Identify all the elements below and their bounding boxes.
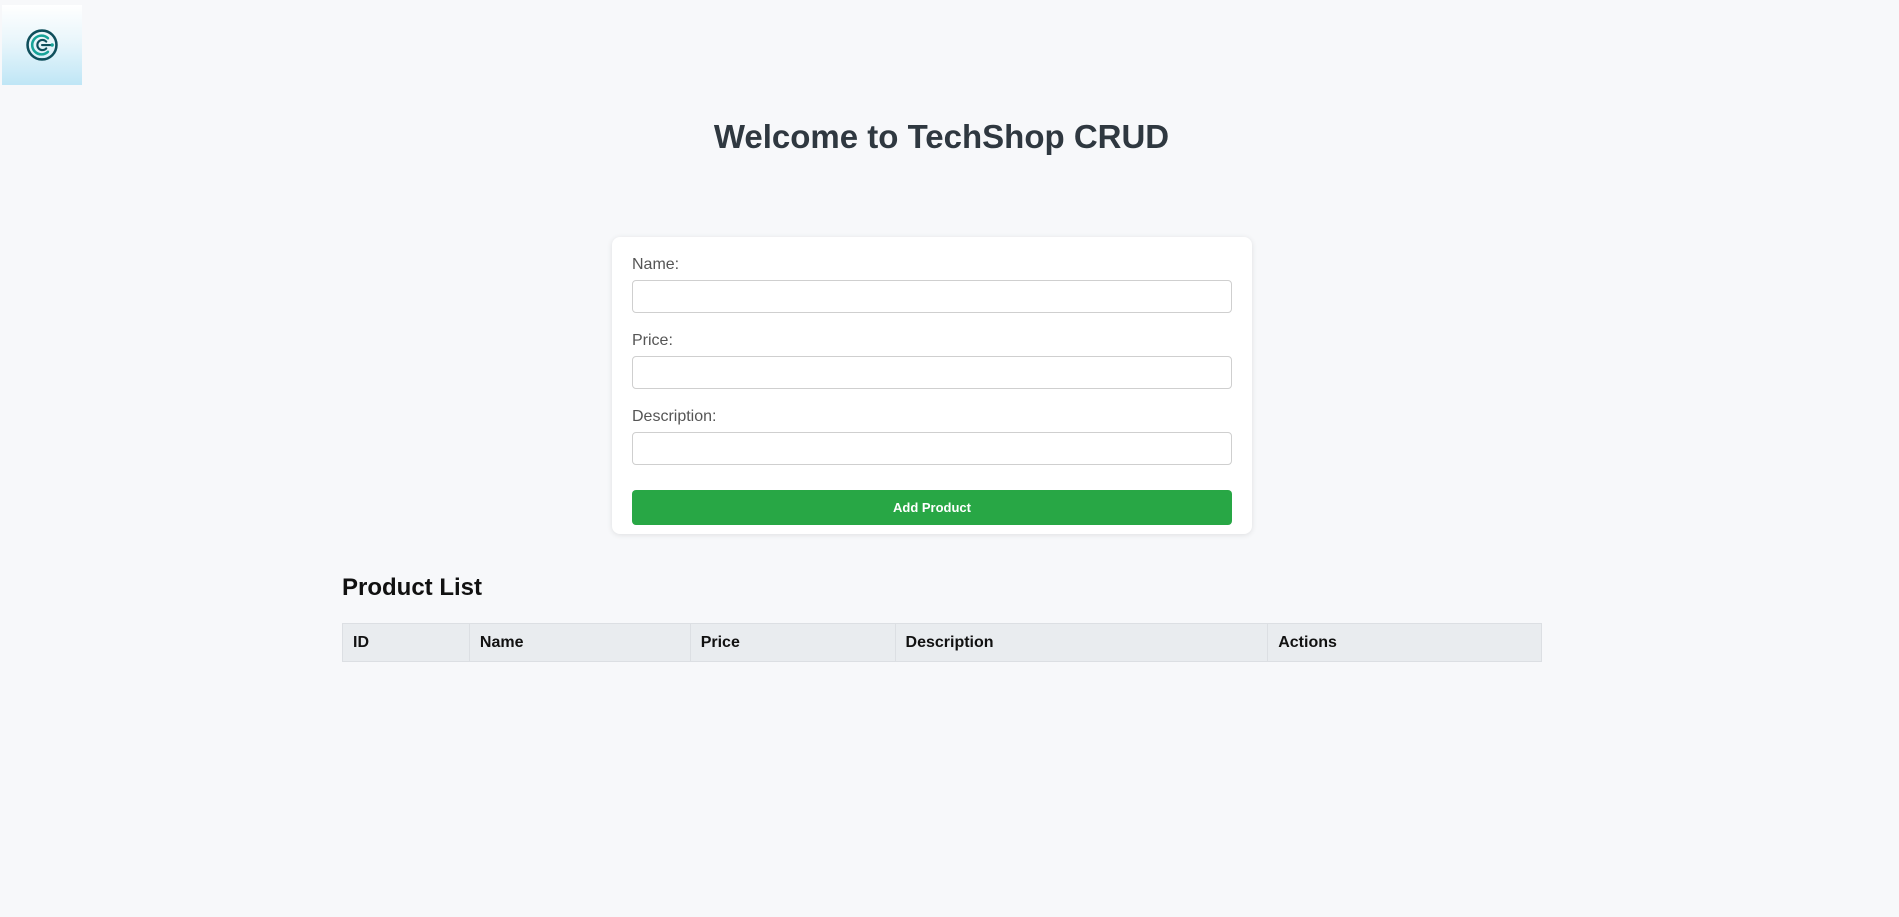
page: Welcome to TechShop CRUD Name: Price: De… — [0, 0, 1899, 917]
product-list-heading: Product List — [342, 574, 483, 601]
description-label: Description: — [632, 408, 717, 425]
column-header-description: Description — [894, 623, 1269, 662]
column-header-name: Name — [468, 623, 691, 662]
column-header-actions: Actions — [1267, 623, 1542, 662]
circuit-c-logo-icon — [26, 29, 58, 61]
column-header-id: ID — [342, 623, 470, 662]
name-input[interactable] — [632, 280, 1232, 313]
page-title: Welcome to TechShop CRUD — [713, 118, 1170, 155]
product-table: ID Name Price Description Actions — [342, 623, 1542, 662]
description-input[interactable] — [632, 432, 1232, 465]
price-label: Price: — [632, 332, 673, 349]
add-product-button[interactable]: Add Product — [632, 490, 1232, 525]
name-label: Name: — [632, 256, 680, 273]
table-header-row: ID Name Price Description Actions — [342, 623, 1542, 662]
column-header-price: Price — [689, 623, 896, 662]
add-product-form: Name: Price: Description: Add Product — [612, 237, 1252, 534]
price-input[interactable] — [632, 356, 1232, 389]
logo — [2, 5, 82, 85]
